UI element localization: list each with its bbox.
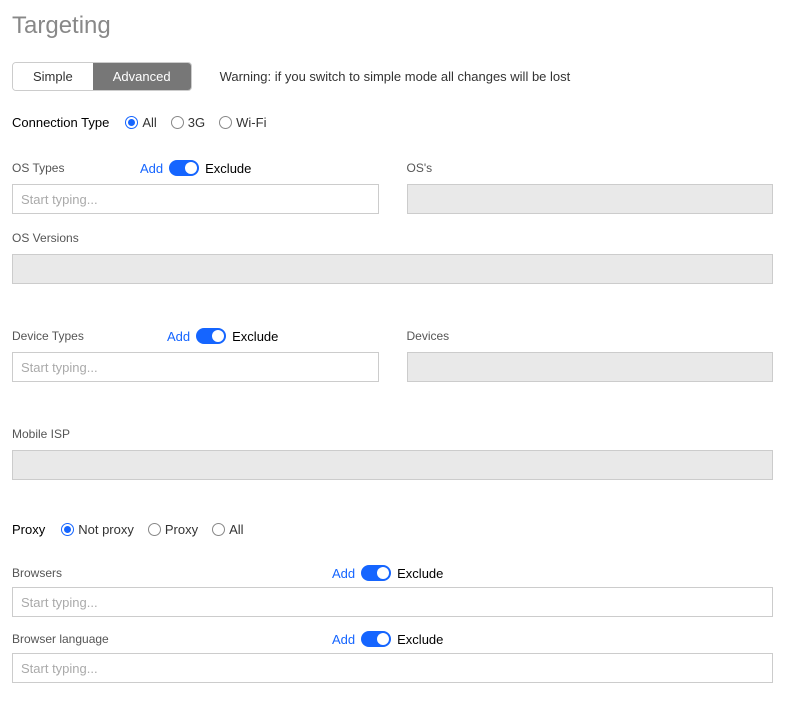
connection-radio-all[interactable]: All	[125, 115, 156, 130]
mode-simple-button[interactable]: Simple	[13, 63, 93, 90]
page-title: Targeting	[12, 12, 773, 40]
os-types-label: OS Types	[12, 161, 140, 175]
mobile-isp-label: Mobile ISP	[12, 427, 70, 441]
oss-disabled-box	[407, 184, 774, 214]
browser-language-exclude-toggle[interactable]	[361, 631, 391, 647]
browsers-exclude-toggle[interactable]	[361, 565, 391, 581]
radio-icon	[148, 523, 161, 536]
devices-label: Devices	[407, 329, 450, 343]
browser-language-exclude-label: Exclude	[397, 632, 443, 647]
device-types-exclude-toggle[interactable]	[196, 328, 226, 344]
browser-language-label: Browser language	[12, 632, 332, 646]
browsers-input[interactable]	[12, 587, 773, 617]
connection-type-radio-group: All 3G Wi-Fi	[125, 115, 266, 130]
browser-language-add-link[interactable]: Add	[332, 632, 355, 647]
mobile-isp-disabled-box	[12, 450, 773, 480]
devices-disabled-box	[407, 352, 774, 382]
os-types-exclude-label: Exclude	[205, 161, 251, 176]
device-types-exclude-label: Exclude	[232, 329, 278, 344]
device-types-label: Device Types	[12, 329, 167, 343]
proxy-radio-group: Not proxy Proxy All	[61, 522, 243, 537]
radio-icon	[219, 116, 232, 129]
browsers-label: Browsers	[12, 566, 332, 580]
connection-radio-3g[interactable]: 3G	[171, 115, 205, 130]
os-types-add-link[interactable]: Add	[140, 161, 163, 176]
connection-radio-wifi[interactable]: Wi-Fi	[219, 115, 266, 130]
radio-label: Not proxy	[78, 522, 134, 537]
radio-label: Proxy	[165, 522, 198, 537]
oss-label: OS's	[407, 161, 433, 175]
os-types-input[interactable]	[12, 184, 379, 214]
proxy-radio-not-proxy[interactable]: Not proxy	[61, 522, 134, 537]
mode-warning: Warning: if you switch to simple mode al…	[220, 69, 571, 84]
radio-icon	[212, 523, 225, 536]
mode-row: Simple Advanced Warning: if you switch t…	[12, 62, 773, 91]
radio-label: Wi-Fi	[236, 115, 266, 130]
proxy-label: Proxy	[12, 522, 45, 537]
os-types-exclude-toggle[interactable]	[169, 160, 199, 176]
radio-label: All	[229, 522, 243, 537]
os-versions-label: OS Versions	[12, 231, 79, 245]
radio-icon	[171, 116, 184, 129]
radio-label: 3G	[188, 115, 205, 130]
browsers-exclude-label: Exclude	[397, 566, 443, 581]
browser-language-input[interactable]	[12, 653, 773, 683]
connection-type-label: Connection Type	[12, 115, 109, 130]
radio-icon	[61, 523, 74, 536]
connection-type-row: Connection Type All 3G Wi-Fi	[12, 115, 773, 130]
radio-label: All	[142, 115, 156, 130]
proxy-radio-proxy[interactable]: Proxy	[148, 522, 198, 537]
mode-toggle: Simple Advanced	[12, 62, 192, 91]
proxy-row: Proxy Not proxy Proxy All	[12, 522, 773, 537]
proxy-radio-all[interactable]: All	[212, 522, 243, 537]
mode-advanced-button[interactable]: Advanced	[93, 63, 191, 90]
radio-icon	[125, 116, 138, 129]
browsers-add-link[interactable]: Add	[332, 566, 355, 581]
device-types-add-link[interactable]: Add	[167, 329, 190, 344]
device-types-input[interactable]	[12, 352, 379, 382]
os-versions-disabled-box	[12, 254, 773, 284]
